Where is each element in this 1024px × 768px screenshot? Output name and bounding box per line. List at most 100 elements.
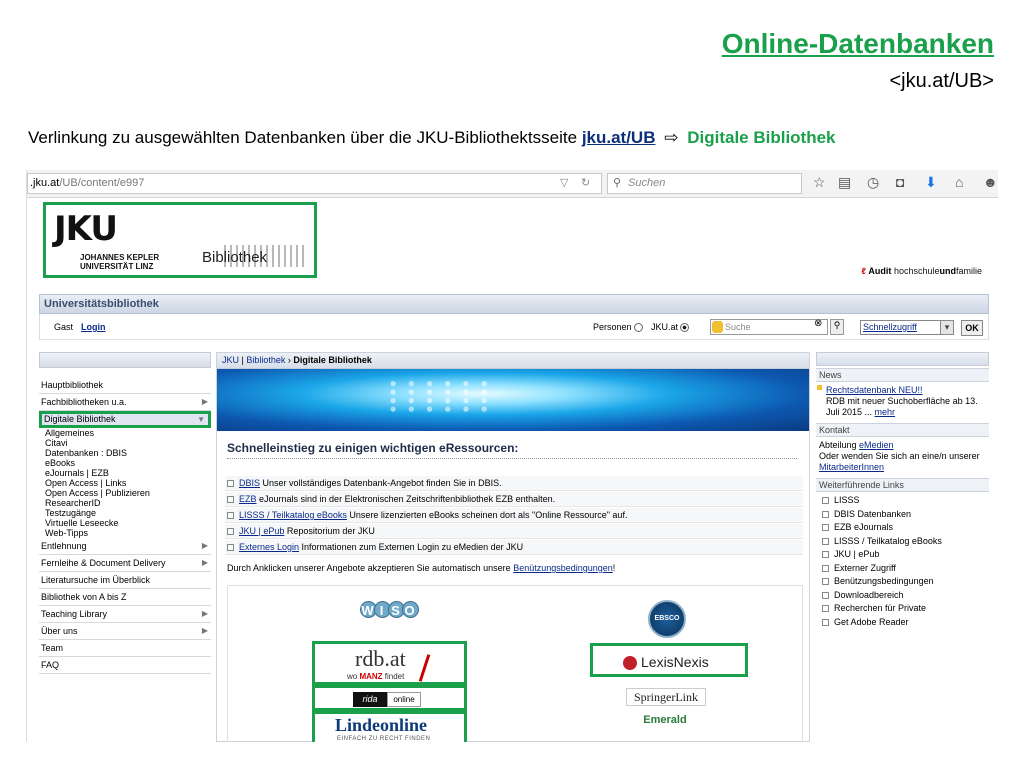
nav-subitem[interactable]: Allgemeines <box>45 428 211 438</box>
contact-emedien-link[interactable]: eMedien <box>859 440 894 450</box>
site-search-input[interactable]: Suche <box>710 319 828 335</box>
nav-subitem[interactable]: ResearcherID <box>45 498 211 508</box>
nav-item-team[interactable]: Team <box>39 640 211 657</box>
audit-text: hochschule <box>893 266 940 276</box>
dropdown-icon[interactable]: ▽ <box>560 174 568 193</box>
nav-item-fernleihe[interactable]: Fernleihe & Document Delivery ▶ <box>39 555 211 572</box>
link-label: Downloadbereich <box>834 589 904 600</box>
bookmark-star-icon[interactable]: ☆ <box>813 174 826 191</box>
rida-logo[interactable]: rida online <box>312 685 467 711</box>
jku-logo-text: JKU <box>54 209 118 249</box>
chevron-right-icon: ▶ <box>201 397 208 406</box>
list-item: DBIS Unser vollständiges Datenbank-Angeb… <box>225 476 803 491</box>
list-item[interactable]: Downloadbereich <box>819 589 986 603</box>
reload-icon[interactable]: ↻ <box>581 174 590 193</box>
nav-subitem[interactable]: eBooks <box>45 458 211 468</box>
emerald-logo[interactable]: Emerald <box>640 714 690 730</box>
chat-icon[interactable]: ☻ <box>983 174 998 190</box>
nav-subitem[interactable]: Open Access | Publizieren <box>45 488 211 498</box>
list-item[interactable]: DBIS Datenbanken <box>819 508 986 522</box>
nav-item-ueber-uns[interactable]: Über uns ▶ <box>39 623 211 640</box>
nav-item-label: FAQ <box>41 660 60 670</box>
nav-subitem[interactable]: Web-Tipps <box>45 528 211 538</box>
wiso-logo[interactable]: WISO <box>354 601 422 621</box>
right-sidebar: News Rechtsdatenbank NEU!! RDB mit neuer… <box>816 352 989 632</box>
nav-item-a-bis-z[interactable]: Bibliothek von A bis Z <box>39 589 211 606</box>
contact-heading: Kontakt <box>816 423 989 437</box>
reading-list-icon[interactable]: ▤ <box>838 174 851 191</box>
list-item[interactable]: LISSS / Teilkatalog eBooks <box>819 535 986 549</box>
link-bullet-icon <box>822 497 829 505</box>
nav-item-label: Über uns <box>41 626 78 636</box>
download-icon[interactable]: ⬇ <box>925 174 937 191</box>
jku-radio[interactable] <box>680 323 690 333</box>
link-label: Externer Zugriff <box>834 562 896 573</box>
resource-link[interactable]: DBIS <box>239 478 260 488</box>
history-icon[interactable]: ◷ <box>867 174 879 191</box>
browser-search-input[interactable]: ⚲ Suchen <box>607 173 802 194</box>
ebsco-logo[interactable]: EBSCO <box>648 600 686 638</box>
nav-subitem[interactable]: Virtuelle Leseecke <box>45 518 211 528</box>
intro-link[interactable]: jku.at/UB <box>582 128 656 147</box>
springerlink-logo[interactable]: SpringerLink <box>626 688 706 706</box>
nav-subitem[interactable]: Datenbanken : DBIS <box>45 448 211 458</box>
list-item[interactable]: JKU | ePub <box>819 548 986 562</box>
search-button[interactable]: ⚲ <box>830 319 844 335</box>
ub-title-bar: Universitätsbibliothek <box>39 294 989 314</box>
contact-staff-link[interactable]: MitarbeiterInnen <box>819 462 884 472</box>
url-path: /UB/content/e997 <box>59 177 145 189</box>
list-item[interactable]: EZB eJournals <box>819 521 986 535</box>
nav-item-entlehnung[interactable]: Entlehnung ▶ <box>39 538 211 555</box>
rdb-title: rdb.at <box>355 646 406 671</box>
nav-item-faq[interactable]: FAQ <box>39 657 211 674</box>
nav-item-digitale-bibliothek[interactable]: Digitale Bibliothek ▼ <box>39 411 211 428</box>
chevron-down-icon[interactable]: ▾ <box>940 321 953 334</box>
news-more-link[interactable]: mehr <box>875 407 896 417</box>
resource-list: DBIS Unser vollständiges Datenbank-Angeb… <box>225 476 803 556</box>
resource-text: eJournals sind in der Elektronischen Zei… <box>256 494 556 504</box>
clear-icon[interactable]: ⊗ <box>814 318 822 329</box>
personen-label: Personen <box>593 322 632 332</box>
nav-subitem[interactable]: Citavi <box>45 438 211 448</box>
resource-link[interactable]: EZB <box>239 494 257 504</box>
nav-item-fachbibliotheken[interactable]: Fachbibliotheken u.a. ▶ <box>39 394 211 411</box>
rdb-logo[interactable]: rdb.at wo MANZ findet <box>312 641 467 685</box>
jku-option[interactable]: JKU.at <box>651 322 690 333</box>
list-item[interactable]: Benützungsbedingungen <box>819 575 986 589</box>
breadcrumb: JKU | Bibliothek › Digitale Bibliothek <box>217 353 809 369</box>
personen-option[interactable]: Personen <box>593 322 643 333</box>
ok-button[interactable]: OK <box>961 320 983 336</box>
chevron-right-icon: ▶ <box>201 541 208 550</box>
list-item[interactable]: Recherchen für Private <box>819 602 986 616</box>
nav-item-teaching-library[interactable]: Teaching Library ▶ <box>39 606 211 623</box>
nav-subitem[interactable]: Testzugänge <box>45 508 211 518</box>
personen-radio[interactable] <box>633 323 643 333</box>
link-label: Get Adobe Reader <box>834 616 909 627</box>
rdb-tag-post: findet <box>382 672 405 681</box>
linde-tagline: EINFACH ZU RECHT FINDEN <box>337 736 431 742</box>
home-icon[interactable]: ⌂ <box>955 174 963 190</box>
news-link[interactable]: Rechtsdatenbank NEU!! <box>826 385 923 395</box>
jku-logo[interactable]: JKU JOHANNES KEPLER UNIVERSITÄT LINZ Bib… <box>43 202 317 278</box>
terms-link[interactable]: Benützungsbedingungen <box>513 563 613 573</box>
nav-item-hauptbibliothek[interactable]: Hauptbibliothek <box>39 377 211 394</box>
resource-link[interactable]: JKU | ePub <box>239 526 284 536</box>
lindeonline-logo[interactable]: Lindeonline EINFACH ZU RECHT FINDEN <box>312 711 467 742</box>
links-heading: Weiterführende Links <box>816 478 989 492</box>
quick-access-select[interactable]: Schnellzugriff ▾ <box>860 320 954 335</box>
list-item[interactable]: Externer Zugriff <box>819 562 986 576</box>
slide-title: Online-Datenbanken <box>721 28 994 59</box>
resource-link[interactable]: LISSS / Teilkatalog eBooks <box>239 510 347 520</box>
resource-link[interactable]: Externes Login <box>239 542 299 552</box>
breadcrumb-bibliothek[interactable]: Bibliothek <box>246 355 285 365</box>
nav-subitem[interactable]: Open Access | Links <box>45 478 211 488</box>
pocket-icon[interactable]: ◘ <box>896 174 904 190</box>
url-bar[interactable]: .jku.at/UB/content/e997 ▽ ↻ <box>27 173 602 194</box>
nav-subitem[interactable]: eJournals | EZB <box>45 468 211 478</box>
lexisnexis-logo[interactable]: LexisNexis <box>590 643 748 677</box>
list-item[interactable]: LISSS <box>819 494 986 508</box>
login-link[interactable]: Login <box>81 322 106 332</box>
list-item[interactable]: Get Adobe Reader <box>819 616 986 630</box>
breadcrumb-jku[interactable]: JKU <box>222 355 239 365</box>
nav-item-literatursuche[interactable]: Literatursuche im Überblick <box>39 572 211 589</box>
